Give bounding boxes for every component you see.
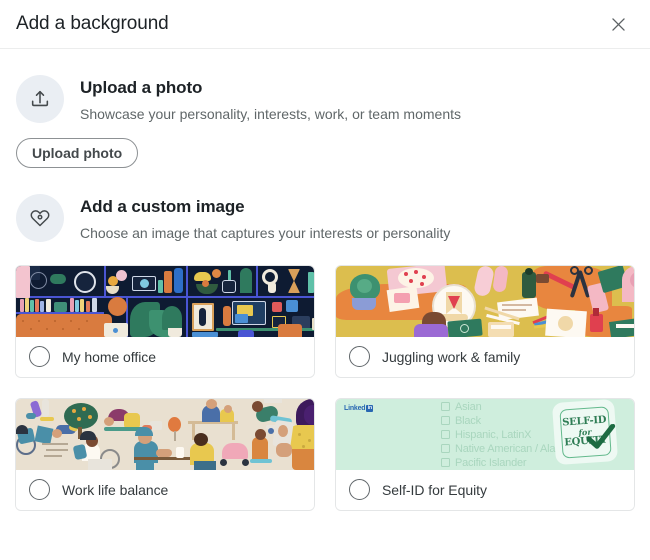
checkbox-icon	[441, 402, 450, 412]
self-id-stamp: SELF-ID for EQUITY	[551, 398, 619, 466]
checkmark-icon	[585, 423, 615, 449]
card-footer: Juggling work & family	[336, 336, 634, 377]
upload-section-subtitle: Showcase your personality, interests, wo…	[80, 106, 462, 123]
custom-section-title: Add a custom image	[80, 196, 245, 216]
checkbox-icon	[441, 430, 450, 440]
self-id-option-label: Black	[455, 414, 481, 427]
checkbox-icon	[441, 444, 450, 454]
card-footer: Work life balance	[16, 469, 314, 510]
self-id-option-label: Asian	[455, 400, 482, 413]
juggling-work-family-illustration	[336, 265, 634, 337]
modal-header: Add a background	[0, 0, 650, 49]
add-background-modal: Add a background Upload a photo Showcase…	[0, 0, 650, 560]
page-title: Add a background	[16, 13, 169, 34]
radio-juggling-work-family[interactable]	[349, 346, 370, 368]
custom-image-section: Add a custom image Choose an image that …	[0, 192, 650, 243]
checkbox-icon	[441, 458, 450, 468]
background-card-self-id-for-equity[interactable]: Linked in Asian Black Hispanic, LatinX N…	[335, 397, 635, 511]
card-footer: My home office	[16, 336, 314, 377]
linkedin-in-mark: in	[366, 404, 374, 412]
home-office-illustration	[16, 265, 314, 337]
background-card-work-life-balance[interactable]: Work life balance	[15, 397, 315, 511]
background-card-juggling-work-family[interactable]: Juggling work & family	[335, 264, 635, 378]
upload-section-title: Upload a photo	[80, 78, 203, 97]
card-label: Self-ID for Equity	[382, 481, 487, 498]
self-id-option-label: Pacific Islander	[455, 456, 527, 469]
linkedin-wordmark: Linked	[344, 404, 366, 412]
radio-self-id-for-equity[interactable]	[349, 479, 370, 501]
close-button[interactable]	[602, 8, 634, 40]
upload-photo-section: Upload a photo Showcase your personality…	[0, 73, 650, 168]
custom-section-subtitle: Choose an image that captures your inter…	[80, 225, 451, 242]
self-id-for-equity-illustration: Linked in Asian Black Hispanic, LatinX N…	[336, 398, 634, 470]
background-card-home-office[interactable]: My home office	[15, 264, 315, 378]
radio-work-life-balance[interactable]	[29, 479, 50, 501]
upload-photo-button[interactable]: Upload photo	[16, 137, 139, 168]
close-icon	[609, 15, 628, 34]
work-life-balance-illustration	[16, 398, 314, 470]
heart-icon	[16, 193, 64, 242]
card-label: Juggling work & family	[382, 348, 521, 365]
checkbox-icon	[441, 416, 450, 426]
background-options-grid: My home office Juggling work & family Wo…	[0, 264, 650, 511]
radio-home-office[interactable]	[29, 346, 50, 368]
upload-icon	[16, 75, 64, 123]
card-label: My home office	[62, 348, 156, 365]
card-label: Work life balance	[62, 481, 169, 498]
linkedin-logo: Linked in	[344, 404, 374, 412]
card-footer: Self-ID for Equity	[336, 469, 634, 510]
self-id-option-label: Hispanic, LatinX	[455, 428, 532, 441]
